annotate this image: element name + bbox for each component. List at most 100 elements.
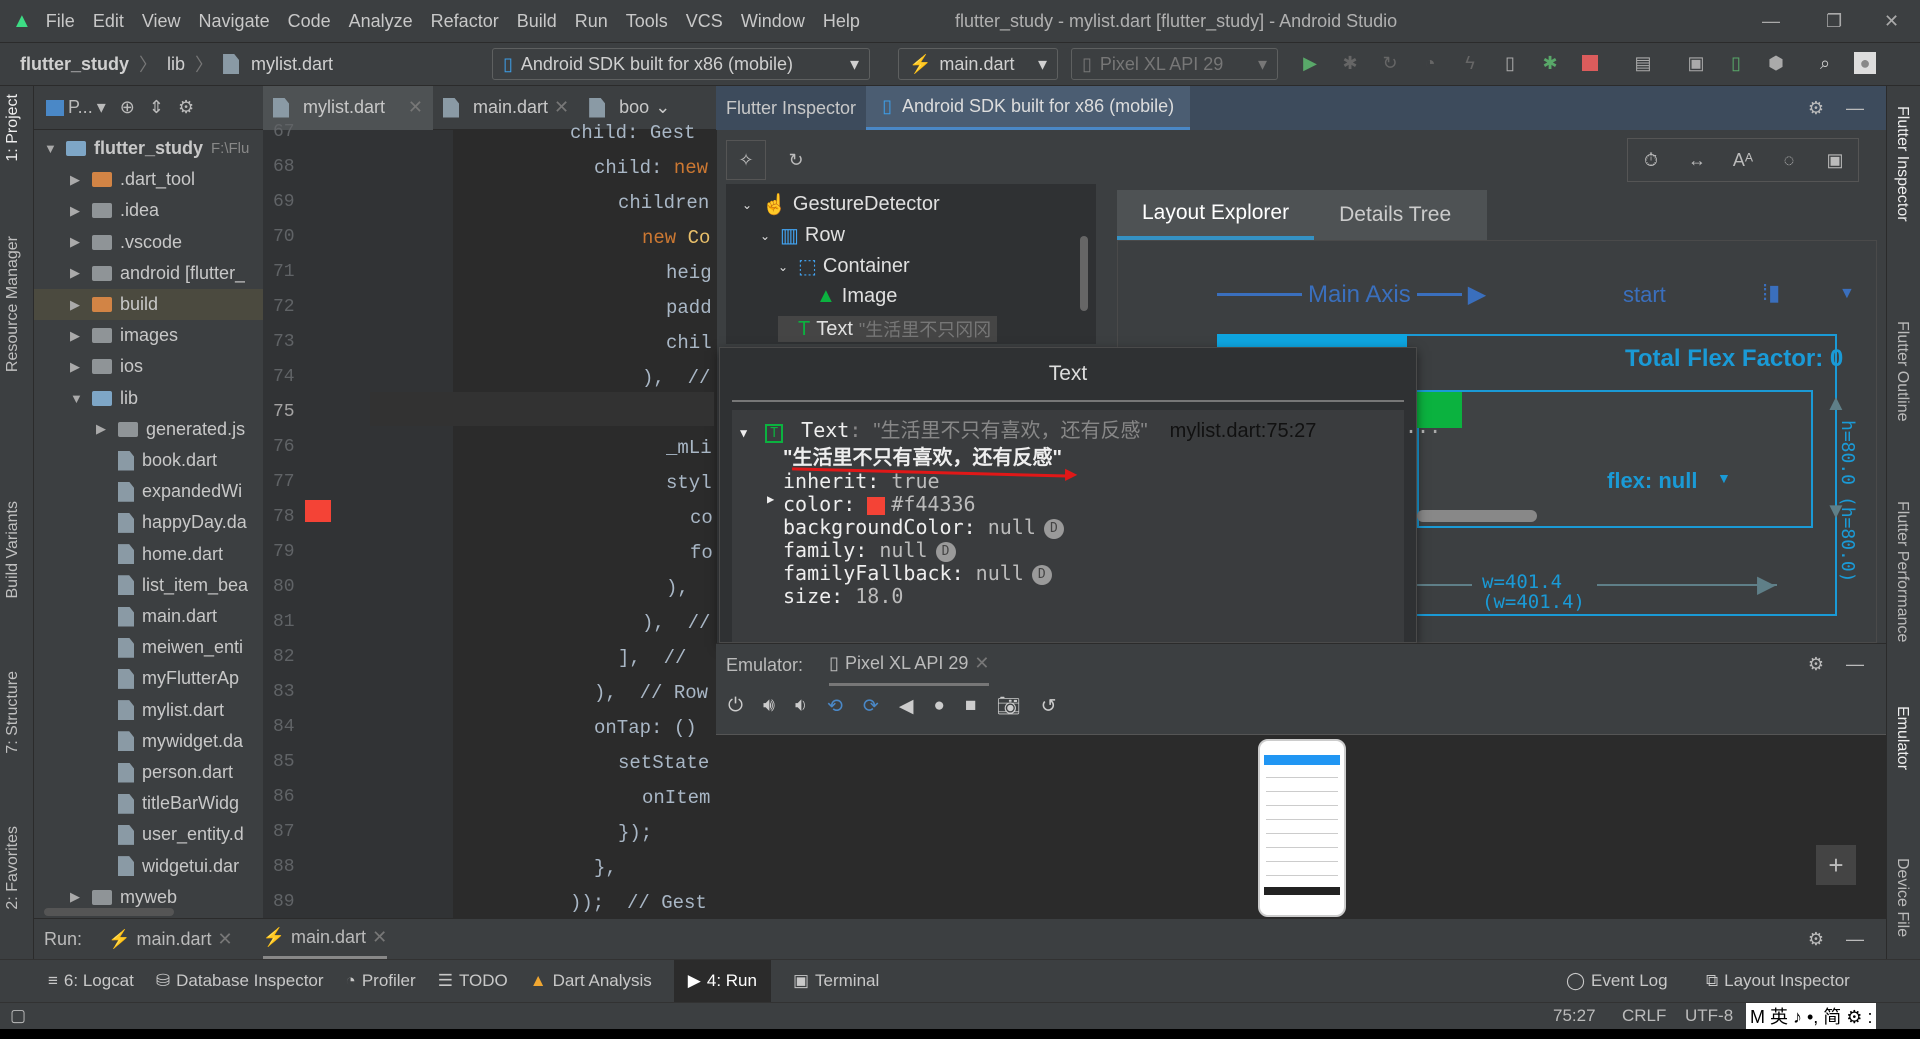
project-item[interactable]: ▶ generated.js: [96, 414, 245, 445]
menu-code[interactable]: Code: [288, 11, 331, 32]
avd-manager-icon[interactable]: ▣: [1685, 52, 1707, 74]
project-item[interactable]: ▶ android [flutter_: [70, 258, 245, 289]
expand-arrow-icon[interactable]: ▶: [70, 265, 92, 281]
sync-icon[interactable]: ⬢: [1765, 52, 1787, 74]
tool-profiler[interactable]: ◔ Profiler: [346, 971, 416, 991]
menu-edit[interactable]: Edit: [93, 11, 124, 32]
run-tab[interactable]: ⚡ main.dart ✕: [108, 929, 233, 950]
collapse-all-icon[interactable]: ⇕: [149, 97, 164, 118]
tab-emulator-device[interactable]: ▯ Pixel XL API 29 ✕: [829, 644, 990, 686]
apply-changes-icon[interactable]: ▯: [1499, 52, 1521, 74]
settings-icon[interactable]: ⚙: [1808, 654, 1824, 675]
project-structure-icon[interactable]: ▤: [1632, 52, 1654, 74]
project-item[interactable]: ▶ .idea: [70, 195, 159, 226]
profile-icon[interactable]: ◔: [1419, 52, 1441, 74]
menu-view[interactable]: View: [142, 11, 181, 32]
account-icon[interactable]: ●: [1854, 52, 1876, 74]
menu-analyze[interactable]: Analyze: [349, 11, 413, 32]
project-item[interactable]: titleBarWidg: [96, 788, 239, 819]
settings-icon[interactable]: ⚙: [1808, 929, 1824, 950]
screenshot-icon[interactable]: 📷︎: [996, 694, 1020, 718]
tool-flutter-inspector[interactable]: Flutter Inspector: [1893, 106, 1911, 222]
breadcrumb-folder[interactable]: lib: [167, 54, 185, 75]
property-row[interactable]: family: null D: [783, 538, 956, 562]
expand-arrow-icon[interactable]: ▶: [70, 234, 92, 250]
tool-build-variants[interactable]: Build Variants: [4, 501, 22, 599]
home-icon[interactable]: ●: [933, 695, 944, 717]
project-item[interactable]: book.dart: [96, 445, 217, 476]
project-item[interactable]: ▶ .vscode: [70, 227, 182, 258]
tree-node[interactable]: ⌄ ▥ Row: [760, 223, 845, 248]
run-tab-active[interactable]: ⚡ main.dart ✕: [262, 919, 388, 960]
chevron-down-icon[interactable]: ▼: [1839, 285, 1855, 303]
project-item[interactable]: ▶ images: [70, 320, 178, 351]
locate-icon[interactable]: ⊕: [120, 97, 135, 118]
stop-icon[interactable]: [1579, 52, 1601, 74]
tool-run[interactable]: ▶ 4: Run: [673, 959, 771, 1003]
debug-paint-icon[interactable]: ↔: [1686, 149, 1708, 171]
tree-node[interactable]: ⌄ ⬚ Container: [778, 254, 910, 279]
power-icon[interactable]: ⏻: [728, 695, 743, 717]
tab-layout-explorer[interactable]: Layout Explorer: [1117, 190, 1315, 240]
expand-arrow-icon[interactable]: ▶: [70, 297, 92, 313]
project-item[interactable]: ▼ lib: [70, 383, 138, 414]
hot-reload-icon[interactable]: ϟ: [1459, 52, 1481, 74]
chevron-down-icon[interactable]: ⌄: [655, 97, 670, 118]
attach-icon[interactable]: ↻: [1379, 52, 1401, 74]
project-item[interactable]: ▶ .dart_tool: [70, 164, 195, 195]
project-item[interactable]: mylist.dart: [96, 695, 224, 726]
tool-logcat[interactable]: ≡ 6: Logcat: [48, 971, 134, 991]
avd-selector[interactable]: ▯ Pixel XL API 29 ▾: [1071, 48, 1278, 80]
rotate-left-icon[interactable]: ⟲: [827, 695, 843, 718]
tab-device[interactable]: ▯ Android SDK built for x86 (mobile): [866, 86, 1191, 130]
tree-node[interactable]: T Text "生活里不只冈冈: [778, 316, 998, 342]
hide-icon[interactable]: —: [1846, 98, 1864, 119]
back-icon[interactable]: ◀: [899, 695, 914, 718]
project-item[interactable]: happyDay.da: [96, 507, 247, 538]
tool-flutter-outline[interactable]: Flutter Outline: [1893, 321, 1911, 421]
project-item[interactable]: expandedWi: [96, 476, 242, 507]
project-item[interactable]: myFlutterAp: [96, 663, 239, 694]
tab-details-tree[interactable]: Details Tree: [1314, 203, 1476, 227]
project-item[interactable]: widgetui.dar: [96, 851, 239, 882]
tree-scrollbar[interactable]: [1080, 236, 1088, 311]
repaint-rainbow-icon[interactable]: ◌: [1778, 149, 1800, 171]
tree-node[interactable]: ⌄ ☝ GestureDetector: [742, 192, 940, 217]
main-axis-alignment[interactable]: start: [1623, 282, 1666, 308]
minimize-button[interactable]: —: [1762, 11, 1780, 32]
cursor-position[interactable]: 75:27: [1553, 1006, 1596, 1026]
tool-project[interactable]: 1: Project: [4, 94, 22, 162]
tool-structure[interactable]: 7: Structure: [4, 671, 22, 754]
refresh-icon[interactable]: ↻: [776, 140, 816, 180]
project-item[interactable]: mywidget.da: [96, 726, 243, 757]
project-item[interactable]: ▼ flutter_study F:\Flu: [44, 133, 249, 164]
tool-database-inspector[interactable]: ⛁ Database Inspector: [156, 971, 324, 991]
zoom-in-button[interactable]: +: [1816, 845, 1856, 885]
project-item[interactable]: list_item_bea: [96, 570, 248, 601]
alignment-icon[interactable]: ⁞▮: [1762, 280, 1780, 306]
volume-down-icon[interactable]: 🔉︎: [795, 695, 807, 717]
overview-icon[interactable]: ■: [965, 695, 976, 717]
close-tab-icon[interactable]: ✕: [554, 97, 569, 118]
expand-arrow-icon[interactable]: ▼: [44, 141, 66, 156]
expand-arrow-icon[interactable]: ▶: [70, 203, 92, 219]
tab-flutter-inspector[interactable]: Flutter Inspector: [716, 98, 866, 119]
menu-help[interactable]: Help: [823, 11, 860, 32]
settings-icon[interactable]: ⚙: [178, 97, 194, 118]
tool-event-log[interactable]: ◯ Event Log: [1566, 971, 1668, 991]
hide-icon[interactable]: —: [1846, 929, 1864, 950]
close-button[interactable]: ✕: [1884, 11, 1899, 32]
ime-indicator[interactable]: M 英 ♪ •, 简 ⚙ :: [1746, 1003, 1877, 1029]
project-item[interactable]: user_entity.d: [96, 819, 244, 850]
menu-refactor[interactable]: Refactor: [431, 11, 499, 32]
volume-up-icon[interactable]: 🔊︎: [763, 695, 775, 717]
flex-value[interactable]: flex: null: [1607, 468, 1697, 494]
expand-arrow-icon[interactable]: ▼: [70, 391, 92, 406]
hide-icon[interactable]: —: [1846, 654, 1864, 675]
expand-arrow-icon[interactable]: ▶: [70, 328, 92, 344]
expand-arrow-icon[interactable]: ▶: [70, 889, 92, 905]
tool-terminal[interactable]: ▣ Terminal: [793, 971, 879, 991]
run-icon[interactable]: ▶: [1299, 52, 1321, 74]
phone-screen[interactable]: [1258, 739, 1346, 917]
file-encoding[interactable]: UTF-8: [1685, 1006, 1733, 1026]
